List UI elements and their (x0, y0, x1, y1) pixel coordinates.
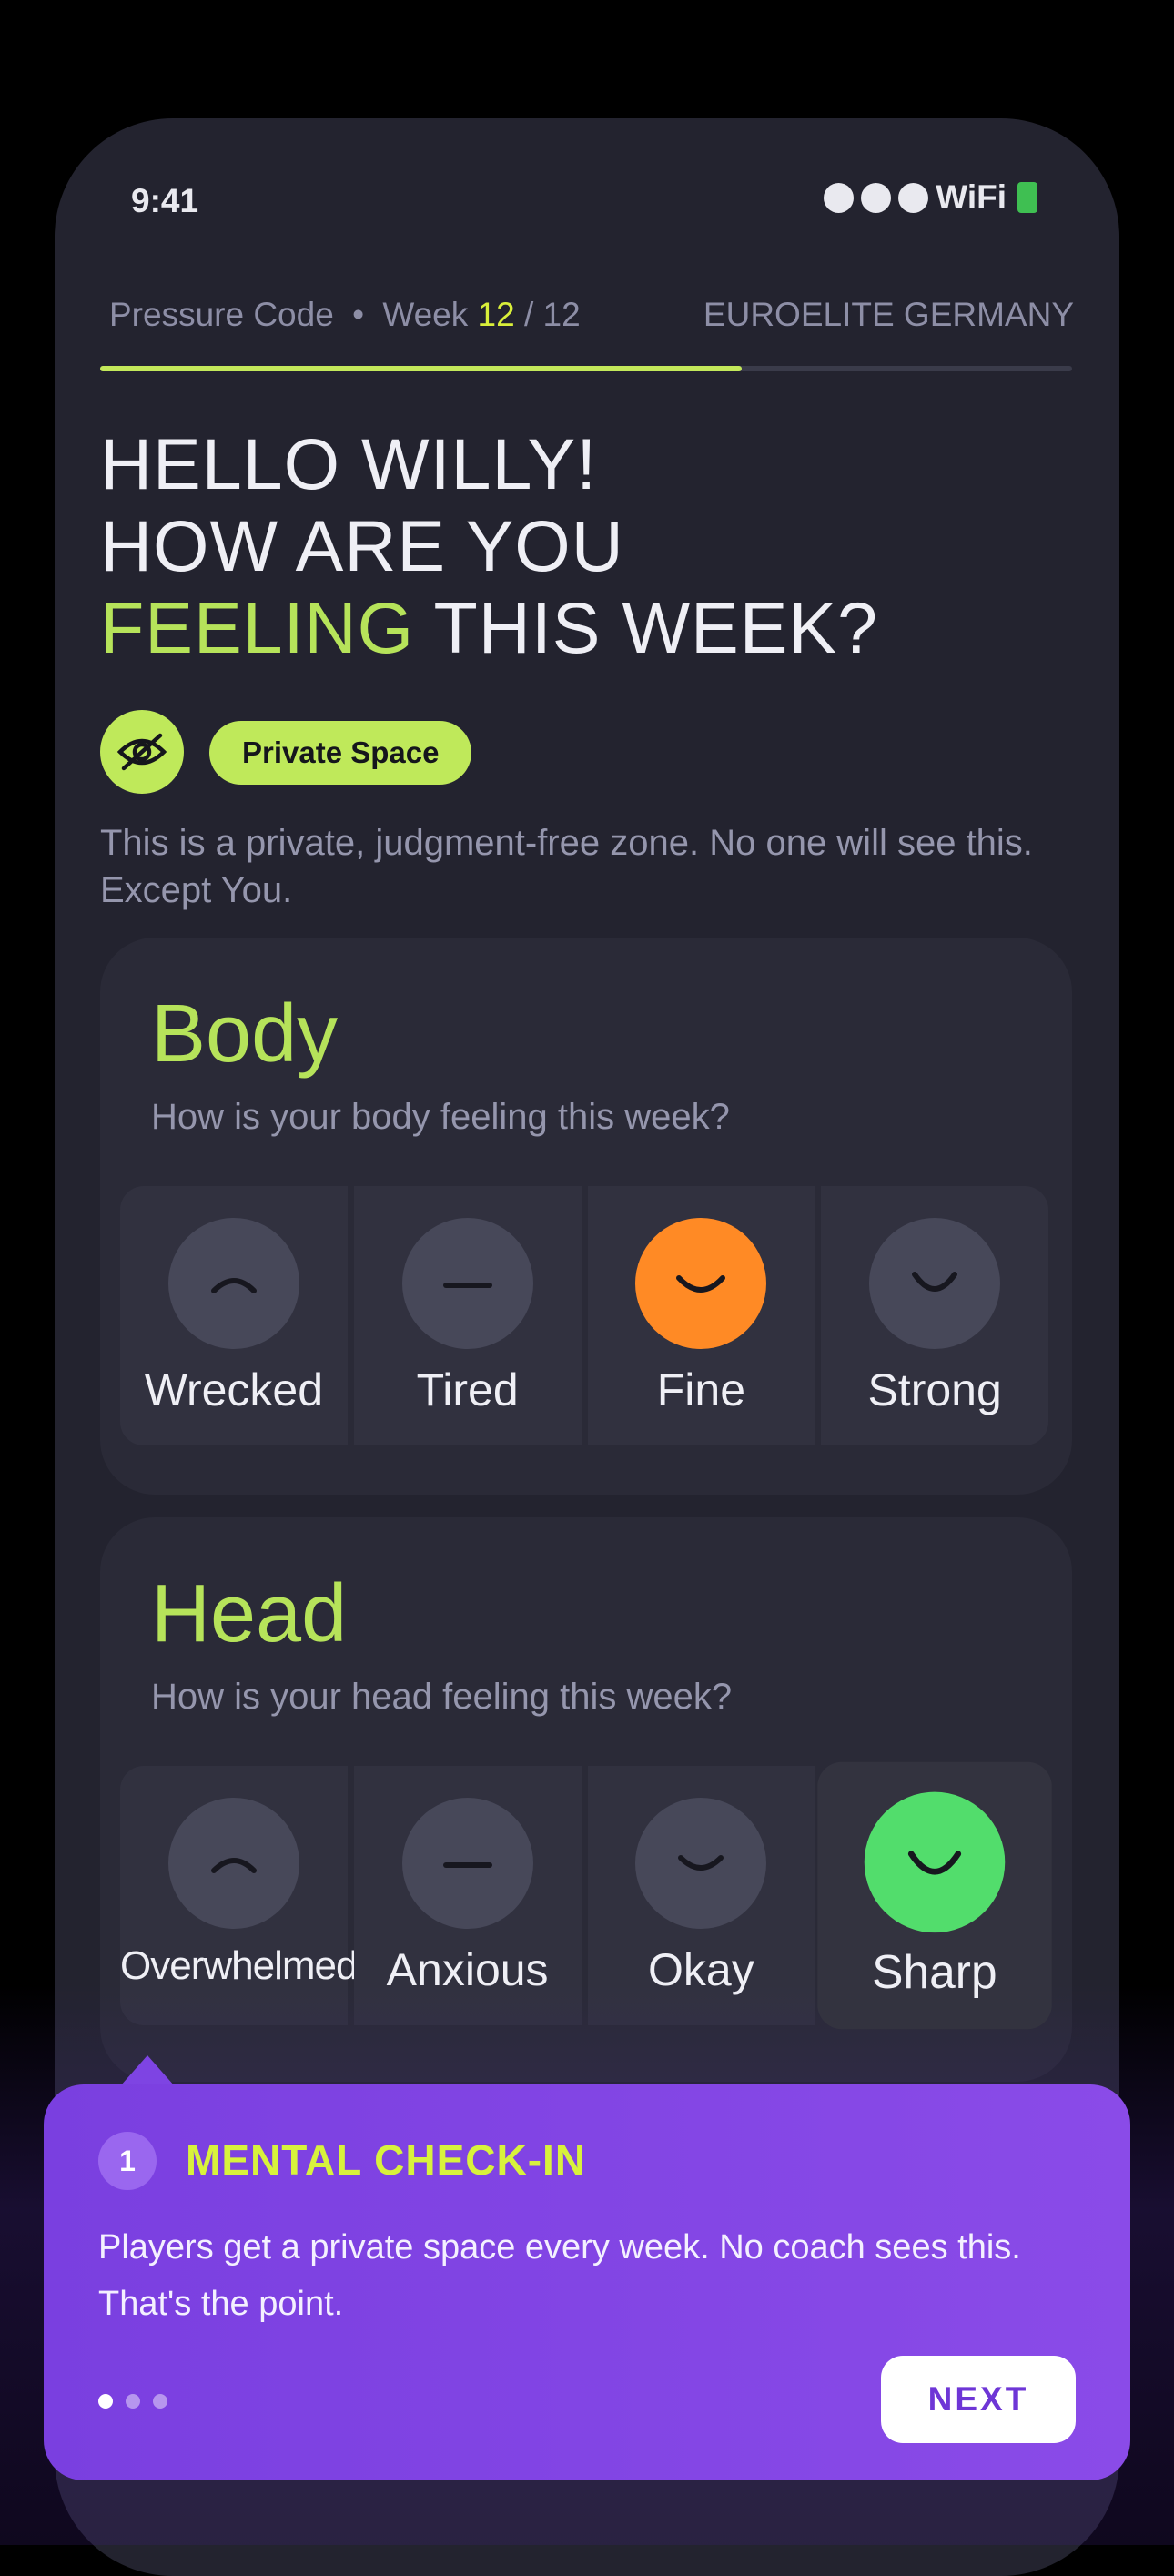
status-bar: 9:41 WiFi (55, 118, 1119, 282)
body-option-fine[interactable]: Fine (587, 1186, 815, 1445)
privacy-description: This is a private, judgment-free zone. N… (100, 823, 1033, 910)
neutral-face-icon (401, 1218, 533, 1349)
head-card-title: Head (151, 1568, 348, 1659)
tooltip-body: Players get a private space every week. … (98, 2228, 1021, 2323)
week-sep: / (523, 296, 534, 333)
week-current: 12 (477, 296, 515, 333)
pager-dot[interactable] (126, 2394, 140, 2409)
greeting-line-1: HELLO WILLY! (100, 423, 598, 504)
smile-face-icon (869, 1218, 1001, 1349)
next-button[interactable]: NEXT (881, 2356, 1076, 2443)
body-option-label: Tired (416, 1364, 519, 1415)
greeting-accent: FEELING (100, 587, 415, 668)
wifi-label: WiFi (936, 178, 1007, 216)
body-card-subtitle: How is your body feeling this week? (151, 1097, 730, 1137)
greeting-heading: HELLO WILLY! HOW ARE YOU FEELING THIS WE… (100, 423, 878, 669)
tooltip-pager (98, 2394, 167, 2409)
pager-dot[interactable] (153, 2394, 167, 2409)
week-progress-bar (100, 366, 1072, 371)
onboarding-tooltip: 1 MENTAL CHECK-IN Players get a private … (44, 2084, 1130, 2480)
smile-face-icon (635, 1798, 767, 1929)
week-progress-fill (100, 366, 742, 371)
pager-dot[interactable] (98, 2394, 113, 2409)
status-icons: WiFi (824, 178, 1037, 217)
greeting-line-3: FEELING THIS WEEK? (100, 587, 878, 669)
head-option-sharp[interactable]: Sharp (817, 1761, 1052, 2030)
program-week-info: Pressure Code • Week 12 / 12 (109, 296, 581, 334)
battery-icon (1017, 182, 1037, 213)
header-separator: • (352, 296, 365, 333)
body-option-tired[interactable]: Tired (353, 1186, 582, 1445)
greeting-rest: THIS WEEK? (414, 587, 879, 668)
frown-face-icon (167, 1798, 299, 1929)
program-name: Pressure Code (109, 296, 334, 333)
body-option-wrecked[interactable]: Wrecked (120, 1186, 348, 1445)
program-header: Pressure Code • Week 12 / 12 EUROELITE G… (109, 296, 1074, 336)
head-option-label: Overwhelmed (120, 1943, 358, 1988)
signal-dots-icon (861, 182, 892, 213)
signal-dots-icon (824, 182, 855, 213)
tooltip-arrow (120, 2055, 175, 2086)
smile-face-icon (864, 1791, 1006, 1933)
body-card: Body How is your body feeling this week?… (100, 938, 1072, 1495)
tooltip-title: MENTAL CHECK-IN (186, 2136, 587, 2184)
tooltip-step-number: 1 (98, 2132, 157, 2190)
smile-face-icon (635, 1218, 767, 1349)
head-card-subtitle: How is your head feeling this week? (151, 1677, 733, 1717)
greeting-line-2: HOW ARE YOU (100, 505, 624, 586)
body-card-title: Body (151, 989, 339, 1080)
status-time: 9:41 (131, 182, 199, 219)
body-option-label: Wrecked (144, 1364, 324, 1415)
private-space-badge: Private Space (209, 721, 472, 785)
frown-face-icon (167, 1218, 299, 1349)
week-total: 12 (542, 296, 581, 333)
neutral-face-icon (401, 1798, 533, 1929)
club-name: EUROELITE GERMANY (703, 296, 1074, 333)
eye-off-icon (100, 710, 184, 794)
head-option-label: Sharp (872, 1945, 997, 1999)
body-option-label: Fine (656, 1364, 745, 1415)
body-options: Wrecked Tired Fine Strong (120, 1186, 1048, 1445)
body-option-strong[interactable]: Strong (821, 1186, 1048, 1445)
week-prefix: Week (382, 296, 469, 333)
signal-dots-icon (898, 182, 929, 213)
body-option-label: Strong (867, 1364, 1002, 1415)
